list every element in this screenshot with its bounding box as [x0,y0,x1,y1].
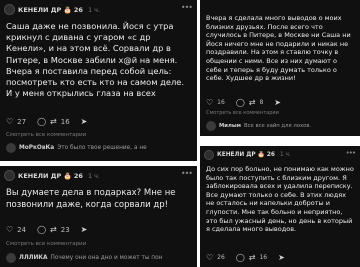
more-dots-icon[interactable]: ••• [181,169,193,178]
comment-author: МоРкОвКа [19,145,55,151]
heart-icon[interactable]: ♡ [206,98,213,107]
repost-count: 16 [259,254,268,261]
post-card-bottom-right: КЕНЕЛИ ДР 🎂 26 1 ч. ••• До сих пор больн… [200,146,360,267]
post-card-bottom-left: КЕНЕЛИ ДР 🎂 26 1 ч. ••• Вы думаете дела … [0,166,197,267]
comment-icon[interactable]: ◯ [236,98,245,107]
repost-icon[interactable]: ⇄ [249,98,256,107]
repost-icon[interactable]: ⇄ [50,225,57,234]
comment-text: Это было твое решение, а не [57,145,147,151]
post-text: Вы думаете дела в подарках? Мне не позво… [6,188,176,210]
author-name[interactable]: КЕНЕЛИ ДР 🎂 26 [18,6,83,14]
avatar [206,121,216,131]
heart-icon[interactable]: ♡ [206,253,213,262]
comment-icon[interactable]: ◯ [37,117,46,126]
avatar[interactable] [204,150,214,160]
send-icon[interactable]: ➤ [81,117,88,126]
post-actions: ♡ 16 ◯ ⇄ 8 ➤ [206,98,281,107]
comment-preview[interactable]: МоРкОвКа Это было твое решение, а не [6,143,191,153]
comment-author: Милым [219,123,241,129]
post-header: КЕНЕЛИ ДР 🎂 26 1 ч. [204,150,291,160]
comment-icon[interactable]: ◯ [236,253,245,262]
post-text: Вчера я сделала много выводов о моих бли… [206,14,351,83]
see-all-comments-link[interactable]: Смотреть все комментарии [6,132,86,138]
avatar[interactable] [4,4,15,15]
author-name[interactable]: КЕНЕЛИ ДР 🎂 26 [217,152,275,158]
avatar[interactable] [4,170,15,181]
like-count: 26 [217,254,225,261]
repost-count: 8 [259,99,264,106]
more-dots-icon[interactable]: ••• [346,149,356,157]
author-name[interactable]: КЕНЕЛИ ДР 🎂 26 [18,172,83,180]
post-card-top-right: Вчера я сделала много выводов о моих бли… [200,0,360,136]
see-all-comments-link[interactable]: Смотреть все комментарии [206,110,279,116]
post-text: До сих пор больно, не понимаю как можно … [206,165,354,234]
repost-count: 23 [60,225,70,234]
post-actions: ♡ 27 ◯ ⇄ 16 ➤ [6,117,87,126]
comment-text: Все все хайп для лохов. [243,123,312,129]
repost-icon[interactable]: ⇄ [249,253,256,262]
repost-count: 16 [60,117,70,126]
like-count: 27 [17,117,27,126]
more-dots-icon[interactable]: ••• [181,3,193,12]
post-time: 1 ч. [87,5,101,14]
heart-icon[interactable]: ♡ [6,117,13,126]
comment-text: Почему они она дно и может ты пон [50,255,163,261]
send-icon[interactable]: ➤ [274,98,281,107]
post-actions: ♡ 24 ◯ ⇄ 23 ➤ [6,225,87,234]
avatar [6,253,16,263]
post-header: КЕНЕЛИ ДР 🎂 26 1 ч. [4,170,100,181]
see-all-comments-link[interactable]: Смотреть все комментарии [6,241,86,247]
send-icon[interactable]: ➤ [81,225,88,234]
post-card-top-left: КЕНЕЛИ ДР 🎂 26 1 ч. ••• Саша даже не поз… [0,0,197,161]
post-time: 1 ч. [87,171,101,180]
post-header: КЕНЕЛИ ДР 🎂 26 1 ч. [4,4,100,15]
comment-author: ЛЛЛИКА [19,255,48,261]
heart-icon[interactable]: ♡ [6,225,13,234]
avatar [6,143,16,153]
like-count: 24 [17,225,27,234]
comment-icon[interactable]: ◯ [37,225,46,234]
like-count: 16 [217,99,225,106]
comment-preview[interactable]: ЛЛЛИКА Почему они она дно и может ты пон [6,253,191,263]
post-text: Саша даже не позвонила. Йося с утра крик… [6,21,185,99]
repost-icon[interactable]: ⇄ [50,117,57,126]
post-actions: ♡ 26 ◯ ⇄ 16 ➤ [206,253,285,262]
comment-preview[interactable]: Милым Все все хайп для лохов. [206,121,354,131]
post-time: 1 ч. [279,152,291,158]
send-icon[interactable]: ➤ [278,253,285,262]
